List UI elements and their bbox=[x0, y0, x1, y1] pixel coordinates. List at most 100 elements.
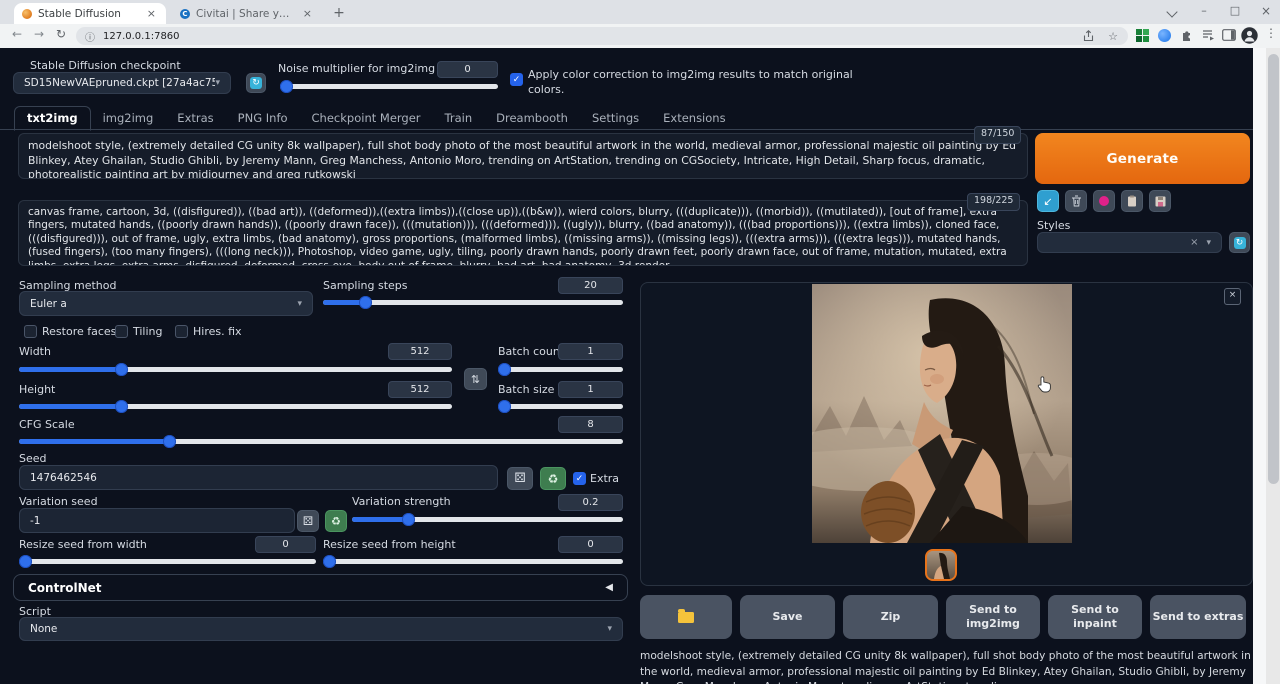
recycle-icon: ♻ bbox=[548, 472, 559, 486]
new-tab-button[interactable]: + bbox=[330, 5, 348, 23]
refresh-icon: ↻ bbox=[250, 77, 262, 89]
window-minimize-button[interactable]: – bbox=[1196, 4, 1212, 17]
send-to-img2img-button[interactable]: Send to img2img bbox=[946, 595, 1040, 639]
noise-multiplier-slider[interactable] bbox=[280, 79, 498, 93]
apply-style-button[interactable] bbox=[1121, 190, 1143, 212]
variation-strength-slider[interactable] bbox=[352, 512, 623, 526]
tab-title: Civitai | Share your models bbox=[196, 8, 295, 20]
dice-icon: ⚄ bbox=[514, 471, 525, 486]
scrollbar-track[interactable] bbox=[1266, 48, 1280, 684]
resize-seed-height-slider[interactable] bbox=[323, 554, 623, 568]
tab-txt2img[interactable]: txt2img bbox=[14, 106, 91, 131]
resize-seed-width-value[interactable]: 0 bbox=[255, 536, 316, 553]
variation-strength-value[interactable]: 0.2 bbox=[558, 494, 623, 511]
gallery-thumbnail[interactable] bbox=[925, 549, 957, 581]
batch-count-value[interactable]: 1 bbox=[558, 343, 623, 360]
open-folder-button[interactable] bbox=[640, 595, 732, 639]
profile-avatar[interactable] bbox=[1241, 27, 1258, 44]
browser-tab-civitai[interactable]: C Civitai | Share your models × bbox=[172, 3, 322, 24]
tab-extras[interactable]: Extras bbox=[165, 107, 225, 130]
zip-button[interactable]: Zip bbox=[843, 595, 938, 639]
script-select[interactable]: None ▾ bbox=[19, 617, 623, 641]
folder-icon bbox=[678, 612, 694, 623]
bookmark-star-icon[interactable]: ☆ bbox=[1108, 30, 1118, 43]
extensions-puzzle-icon[interactable] bbox=[1180, 29, 1193, 42]
random-variation-seed-button[interactable]: ⚄ bbox=[297, 510, 319, 532]
tab-extensions[interactable]: Extensions bbox=[651, 107, 737, 130]
window-maximize-button[interactable]: □ bbox=[1227, 4, 1243, 17]
save-style-button[interactable] bbox=[1149, 190, 1171, 212]
reuse-variation-seed-button[interactable]: ♻ bbox=[325, 510, 347, 532]
browser-menu-kebab-icon[interactable]: ⋮ bbox=[1265, 26, 1277, 40]
reading-list-icon[interactable] bbox=[1202, 29, 1215, 41]
close-tab-icon[interactable]: × bbox=[301, 7, 314, 20]
tab-settings[interactable]: Settings bbox=[580, 107, 651, 130]
width-slider[interactable] bbox=[19, 362, 452, 376]
address-bar[interactable]: ⓘ 127.0.0.1:7860 ☆ bbox=[76, 27, 1128, 45]
controlnet-accordion[interactable]: ControlNet ◀ bbox=[13, 574, 628, 601]
tiling-checkbox[interactable] bbox=[115, 325, 128, 338]
checkpoint-select[interactable]: SD15NewVAEpruned.ckpt [27a4ac756c] ▾ bbox=[13, 72, 231, 94]
dice-icon: ⚄ bbox=[303, 514, 313, 528]
color-correction-checkbox[interactable]: ✓ bbox=[510, 73, 523, 86]
batch-count-slider[interactable] bbox=[498, 362, 623, 376]
sampling-steps-slider[interactable] bbox=[323, 295, 623, 309]
cfg-scale-value[interactable]: 8 bbox=[558, 416, 623, 433]
tab-search-chevron-icon[interactable] bbox=[1166, 6, 1177, 17]
refresh-checkpoints-button[interactable]: ↻ bbox=[246, 73, 266, 93]
variation-seed-input[interactable]: -1 bbox=[19, 508, 295, 533]
extension-grid-icon[interactable] bbox=[1136, 29, 1149, 42]
clear-prompt-button[interactable] bbox=[1065, 190, 1087, 212]
scrollbar-thumb[interactable] bbox=[1268, 54, 1279, 484]
noise-multiplier-value[interactable]: 0 bbox=[437, 61, 498, 78]
extra-networks-button[interactable] bbox=[1093, 190, 1115, 212]
generated-image[interactable] bbox=[812, 284, 1072, 543]
width-label: Width bbox=[19, 345, 51, 358]
close-gallery-icon[interactable]: × bbox=[1224, 288, 1241, 305]
paste-generation-params-button[interactable]: ↙ bbox=[1037, 190, 1059, 212]
tab-checkpoint-merger[interactable]: Checkpoint Merger bbox=[300, 107, 433, 130]
sampling-steps-label: Sampling steps bbox=[323, 279, 408, 292]
tab-png-info[interactable]: PNG Info bbox=[226, 107, 300, 130]
sampling-method-select[interactable]: Euler a ▾ bbox=[19, 291, 313, 316]
random-seed-button[interactable]: ⚄ bbox=[507, 467, 533, 490]
resize-seed-width-slider[interactable] bbox=[19, 554, 316, 568]
extension-blue-dot-icon[interactable] bbox=[1158, 29, 1171, 42]
height-slider[interactable] bbox=[19, 399, 452, 413]
forward-icon[interactable]: → bbox=[30, 27, 48, 41]
tab-divider bbox=[0, 129, 1266, 130]
hires-fix-checkbox[interactable] bbox=[175, 325, 188, 338]
negative-prompt-input[interactable]: canvas frame, cartoon, 3d, ((disfigured)… bbox=[18, 200, 1028, 266]
reuse-seed-button[interactable]: ♻ bbox=[540, 467, 566, 490]
height-value[interactable]: 512 bbox=[388, 381, 452, 398]
seed-input[interactable]: 1476462546 bbox=[19, 465, 498, 490]
tab-train[interactable]: Train bbox=[433, 107, 485, 130]
browser-tab-stable-diffusion[interactable]: Stable Diffusion × bbox=[14, 3, 166, 24]
side-panel-icon[interactable] bbox=[1222, 29, 1236, 41]
sampling-steps-value[interactable]: 20 bbox=[558, 277, 623, 294]
clear-styles-icon[interactable]: × bbox=[1190, 237, 1198, 248]
restore-faces-checkbox[interactable] bbox=[24, 325, 37, 338]
send-to-extras-button[interactable]: Send to extras bbox=[1150, 595, 1246, 639]
prompt-input[interactable]: modelshoot style, (extremely detailed CG… bbox=[18, 133, 1028, 179]
save-button[interactable]: Save bbox=[740, 595, 835, 639]
reload-icon[interactable]: ↻ bbox=[52, 27, 70, 41]
share-icon[interactable] bbox=[1083, 30, 1094, 42]
width-value[interactable]: 512 bbox=[388, 343, 452, 360]
batch-size-value[interactable]: 1 bbox=[558, 381, 623, 398]
close-tab-icon[interactable]: × bbox=[145, 7, 158, 20]
window-close-button[interactable]: × bbox=[1258, 4, 1274, 18]
generate-button[interactable]: Generate bbox=[1035, 133, 1250, 184]
batch-size-slider[interactable] bbox=[498, 399, 623, 413]
back-icon[interactable]: ← bbox=[8, 27, 26, 41]
tab-img2img[interactable]: img2img bbox=[91, 107, 166, 130]
send-to-inpaint-button[interactable]: Send to inpaint bbox=[1048, 595, 1142, 639]
extra-seed-checkbox[interactable]: ✓ bbox=[573, 472, 586, 485]
site-info-icon[interactable]: ⓘ bbox=[85, 29, 95, 44]
cfg-scale-slider[interactable] bbox=[19, 434, 623, 448]
tab-dreambooth[interactable]: Dreambooth bbox=[484, 107, 580, 130]
resize-seed-height-value[interactable]: 0 bbox=[558, 536, 623, 553]
swap-width-height-button[interactable]: ⇅ bbox=[464, 368, 487, 390]
refresh-styles-button[interactable]: ↻ bbox=[1229, 232, 1250, 253]
styles-select[interactable]: × ▾ bbox=[1037, 232, 1222, 253]
